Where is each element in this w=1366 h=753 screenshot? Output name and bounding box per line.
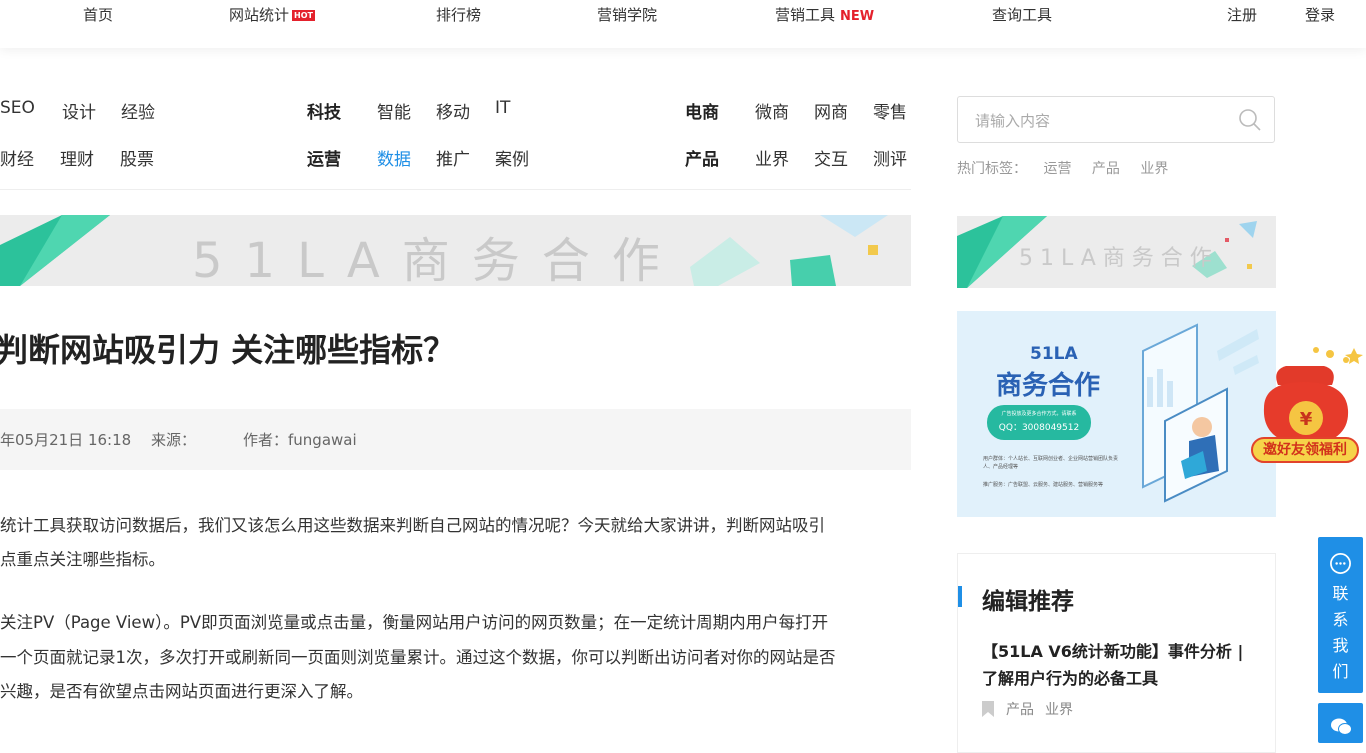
search-icon[interactable]: [1238, 108, 1262, 132]
nav-query-tools[interactable]: 查询工具: [992, 4, 1052, 25]
recommend-tag[interactable]: 产品: [1006, 702, 1034, 718]
cat-it[interactable]: IT: [495, 98, 510, 118]
top-nav-bar: 首页 网站统计 HOT 排行榜 营销学院 营销工具 NEW 查询工具 注册 登录: [0, 0, 1366, 48]
new-badge: NEW: [840, 9, 875, 24]
hot-tag[interactable]: 业界: [1140, 161, 1168, 177]
ad-users-text: 用户群体：个人站长、互联网创业者、企业网站营销团队负责人、产品经理等: [983, 456, 1119, 470]
nav-site-stats[interactable]: 网站统计 HOT: [229, 4, 315, 25]
nav-site-stats-label[interactable]: 网站统计: [229, 6, 289, 24]
business-banner[interactable]: 51LA商务合作: [0, 215, 911, 286]
gift-coin-symbol: ¥: [1300, 409, 1313, 430]
nav-marketing-academy[interactable]: 营销学院: [597, 4, 657, 25]
recommend-tag[interactable]: 业界: [1045, 702, 1073, 718]
cat-operations[interactable]: 运营: [307, 145, 341, 170]
sidebar-banner-text: 51LA商务合作: [1019, 246, 1219, 271]
recommend-article-link[interactable]: 【51LA V6统计新功能】事件分析 | 了解用户行为的必备工具: [982, 638, 1262, 692]
hot-tag[interactable]: 运营: [1043, 161, 1071, 177]
cat-promotion[interactable]: 推广: [436, 145, 470, 170]
article-paragraph-line: 点重点关注哪些指标。: [0, 550, 165, 569]
hot-tag[interactable]: 产品: [1092, 161, 1120, 177]
cat-seo[interactable]: SEO: [0, 98, 35, 118]
ad-contact-text: 广告投放及更多合作方式，请联系: [1001, 411, 1077, 417]
article-paragraph-line: 兴趣，是否有欲望点击网站页面进行更深入了解。: [0, 682, 363, 701]
ad-headline: 商务合作: [996, 371, 1101, 401]
search-input[interactable]: 请输入内容: [975, 110, 1050, 131]
contact-char: 系: [1332, 610, 1349, 629]
ad-promo-text: 推广服务：广告联盟、云服务、建站服务、营销服务等: [983, 482, 1104, 488]
bookmark-icon: [982, 701, 994, 717]
ad-contact-pill: 广告投放及更多合作方式，请联系 QQ：3008049512: [987, 405, 1091, 440]
cat-stocks[interactable]: 股票: [120, 145, 154, 170]
sidebar-business-banner[interactable]: 51LA商务合作: [957, 216, 1276, 288]
cat-industry[interactable]: 业界: [755, 145, 789, 170]
cat-wealth[interactable]: 理财: [60, 145, 94, 170]
cat-product[interactable]: 产品: [685, 145, 719, 170]
search-box[interactable]: 请输入内容: [957, 96, 1275, 143]
hot-tags: 热门标签： 运营 产品 业界: [957, 158, 1184, 178]
banner-text: 51LA商务合作: [192, 233, 682, 286]
cat-interaction[interactable]: 交互: [814, 145, 848, 170]
cat-tech[interactable]: 科技: [307, 98, 341, 123]
nav-marketing-tools[interactable]: 营销工具 NEW: [775, 4, 874, 25]
cat-cases[interactable]: 案例: [495, 145, 529, 170]
nav-ranking[interactable]: 排行榜: [436, 4, 481, 25]
cat-ecommerce[interactable]: 电商: [685, 98, 719, 123]
register-link[interactable]: 注册: [1227, 4, 1257, 25]
cat-finance[interactable]: 财经: [0, 145, 34, 170]
contact-char: 我: [1332, 636, 1349, 655]
invite-friends-button[interactable]: 邀好友领福利: [1251, 437, 1359, 463]
article-source: 来源：: [151, 431, 197, 449]
cat-retail[interactable]: 零售: [873, 98, 907, 123]
contact-char: 们: [1332, 662, 1349, 681]
contact-us-label: 联 系 我 们: [1318, 581, 1363, 685]
cat-mobile[interactable]: 移动: [436, 98, 470, 123]
cat-design[interactable]: 设计: [62, 98, 96, 123]
editor-recommend-panel: 编辑推荐 【51LA V6统计新功能】事件分析 | 了解用户行为的必备工具 产品…: [957, 553, 1276, 753]
cat-experience[interactable]: 经验: [121, 98, 155, 123]
cat-wechat-business[interactable]: 微商: [755, 98, 789, 123]
nav-home[interactable]: 首页: [83, 4, 113, 25]
article-meta: 年05月21日 16:18 来源： 作者：fungawai: [0, 409, 911, 470]
contact-us-button[interactable]: 联 系 我 们: [1318, 537, 1363, 693]
chat-bubble-icon: [1330, 553, 1351, 574]
article-paragraph-line: 关注PV（Page View）。PV即页面浏览量或点击量，衡量网站用户访问的网页…: [0, 613, 829, 632]
hot-badge: HOT: [292, 10, 315, 21]
cat-review[interactable]: 测评: [873, 145, 907, 170]
business-cooperation-ad[interactable]: 51LA 商务合作 广告投放及更多合作方式，请联系 QQ：3008049512 …: [957, 311, 1276, 517]
section-accent-bar: [958, 586, 962, 607]
hot-tags-label: 热门标签：: [957, 161, 1027, 177]
recommend-tags: 产品 业界: [982, 699, 1073, 719]
cat-online-business[interactable]: 网商: [814, 98, 848, 123]
article-paragraph-line: 一个页面就记录1次，多次打开或刷新同一页面则浏览量累计。通过这个数据，你可以判断…: [0, 648, 836, 667]
ad-brand: 51LA: [1030, 344, 1078, 364]
login-link[interactable]: 登录: [1305, 4, 1335, 25]
cat-data[interactable]: 数据: [377, 145, 411, 170]
wechat-button[interactable]: [1318, 703, 1363, 743]
recommend-title: 编辑推荐: [982, 589, 1074, 615]
category-divider: [0, 189, 911, 190]
article-date: 年05月21日 16:18: [0, 431, 132, 449]
wechat-icon: [1331, 718, 1352, 735]
article-author: 作者：fungawai: [243, 431, 357, 449]
article-title: 判断网站吸引力 关注哪些指标？: [0, 331, 456, 369]
contact-char: 联: [1332, 584, 1349, 603]
ad-contact-qq: QQ：3008049512: [998, 423, 1080, 433]
article-paragraph-line: 统计工具获取访问数据后，我们又该怎么用这些数据来判断自己网站的情况呢？今天就给大…: [0, 516, 825, 535]
nav-marketing-tools-label[interactable]: 营销工具: [775, 6, 835, 24]
cat-smart[interactable]: 智能: [377, 98, 411, 123]
